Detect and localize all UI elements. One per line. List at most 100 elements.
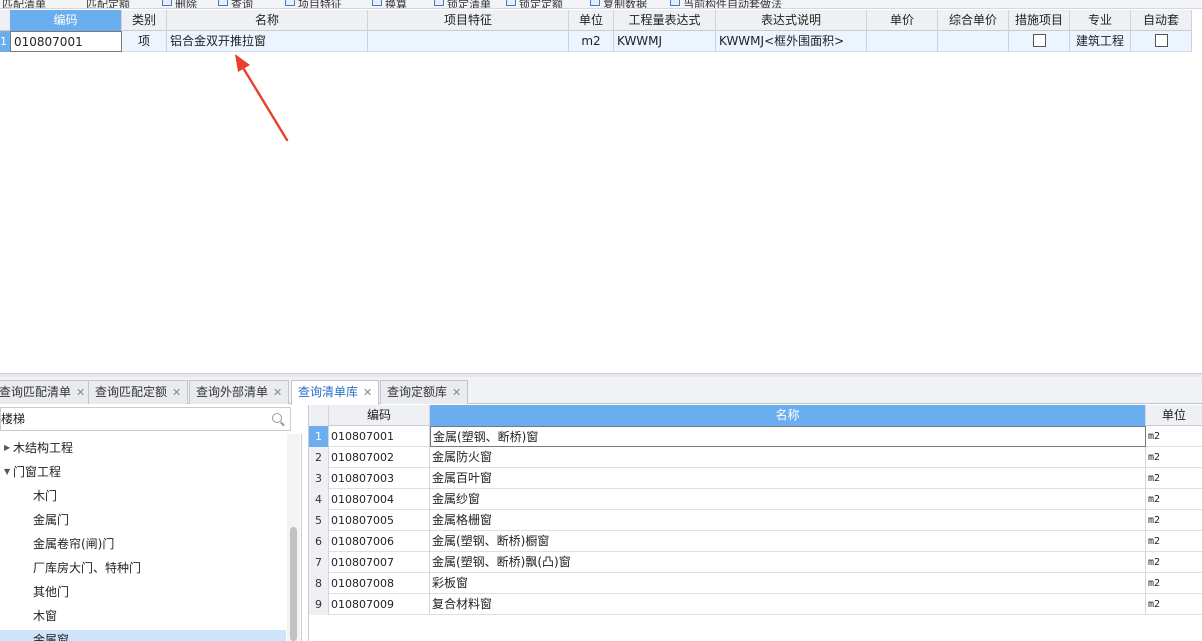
tab-bill-library[interactable]: 查询清单库 ✕ [291, 380, 380, 405]
close-icon[interactable]: ✕ [363, 386, 372, 399]
tab-quota-library[interactable]: 查询定额库 ✕ [380, 380, 469, 404]
table-row[interactable]: 5 010807005 金属格栅窗 m2 [309, 510, 1202, 531]
cell-code[interactable]: 010807001 [329, 426, 430, 447]
tree-node-wood-door[interactable]: 木门 [33, 484, 57, 508]
col-header-type[interactable]: 类别 [122, 10, 167, 31]
col-header-name[interactable]: 名称 [167, 10, 368, 31]
library-search-input[interactable]: 楼梯 [0, 407, 291, 431]
cell-unit[interactable]: m2 [1146, 573, 1202, 594]
cell-name[interactable]: 彩板窗 [430, 573, 1146, 594]
col-header-measure[interactable]: 措施项目 [1009, 10, 1070, 31]
cell-name[interactable]: 复合材料窗 [430, 594, 1146, 615]
col-header-total-price[interactable]: 综合单价 [938, 10, 1009, 31]
cell-name[interactable]: 金属(塑钢、断桥)橱窗 [430, 531, 1146, 552]
col-header-name[interactable]: 名称 [430, 405, 1146, 426]
toolbar-lock-quota-button[interactable]: 锁定定额 [506, 0, 563, 8]
tree-node-special-door[interactable]: 厂库房大门、特种门 [33, 556, 141, 580]
cell-unit[interactable]: m2 [1146, 594, 1202, 615]
row-indicator[interactable]: 1 [0, 31, 10, 52]
toolbar-copy-button[interactable]: 复制数据 [590, 0, 647, 8]
table-row[interactable]: 6 010807006 金属(塑钢、断桥)橱窗 m2 [309, 531, 1202, 552]
toolbar-match-quota-button[interactable]: 匹配定额 [86, 0, 130, 8]
table-row[interactable]: 9 010807009 复合材料窗 m2 [309, 594, 1202, 615]
col-header-expr-desc[interactable]: 表达式说明 [716, 10, 867, 31]
table-row[interactable]: 2 010807002 金属防火窗 m2 [309, 447, 1202, 468]
cell-code[interactable]: 010807009 [329, 594, 430, 615]
cell-name[interactable]: 铝合金双开推拉窗 [167, 31, 368, 52]
close-icon[interactable]: ✕ [76, 386, 85, 399]
table-row[interactable]: 1 010807001 金属(塑钢、断桥)窗 m2 [309, 426, 1202, 447]
table-row[interactable]: 3 010807003 金属百叶窗 m2 [309, 468, 1202, 489]
toolbar-feature-button[interactable]: 项目特征 [285, 0, 342, 8]
expand-arrow-icon[interactable]: ▶ [4, 436, 10, 460]
toolbar-auto-apply-button[interactable]: 当前构件自动套做法 [670, 0, 782, 8]
cell-code[interactable]: 010807007 [329, 552, 430, 573]
collapse-arrow-icon[interactable]: ▼ [4, 460, 10, 484]
tree-scrollbar-thumb[interactable] [290, 527, 297, 641]
tree-node-metal-door[interactable]: 金属门 [33, 508, 69, 532]
tab-match-bill[interactable]: 查询匹配清单 ✕ [0, 380, 93, 404]
cell-name[interactable]: 金属(塑钢、断桥)窗 [430, 426, 1146, 447]
close-icon[interactable]: ✕ [452, 386, 461, 399]
col-header-major[interactable]: 专业 [1070, 10, 1131, 31]
cell-name[interactable]: 金属格栅窗 [430, 510, 1146, 531]
table-row[interactable]: 8 010807008 彩板窗 m2 [309, 573, 1202, 594]
cell-name[interactable]: 金属(塑钢、断桥)飘(凸)窗 [430, 552, 1146, 573]
toolbar-query-button[interactable]: 查询 [218, 0, 253, 8]
cell-unit[interactable]: m2 [569, 31, 614, 52]
cell-expr[interactable]: KWWMJ [614, 31, 716, 52]
close-icon[interactable]: ✕ [172, 386, 181, 399]
cell-unit[interactable]: m2 [1146, 531, 1202, 552]
col-header-unit[interactable]: 单位 [569, 10, 614, 31]
tree-node-other-door[interactable]: 其他门 [33, 580, 69, 604]
table-row[interactable]: 4 010807004 金属纱窗 m2 [309, 489, 1202, 510]
search-icon[interactable] [272, 413, 282, 423]
auto-apply-checkbox[interactable] [1154, 34, 1168, 47]
tree-node-metal-window[interactable]: 金属窗 [33, 628, 69, 641]
col-header-expr[interactable]: 工程量表达式 [614, 10, 716, 31]
tab-match-quota[interactable]: 查询匹配定额 ✕ [88, 380, 189, 404]
cell-unit[interactable]: m2 [1146, 510, 1202, 531]
col-header-price[interactable]: 单价 [867, 10, 938, 31]
tab-external-bill[interactable]: 查询外部清单 ✕ [189, 380, 290, 404]
query-tab-bar: 查询匹配清单 ✕ 查询匹配定额 ✕ 查询外部清单 ✕ 查询清单库 ✕ 查询定额库 ✕ [0, 377, 1202, 405]
col-header-auto[interactable]: 自动套 [1131, 10, 1192, 31]
table-row[interactable]: 7 010807007 金属(塑钢、断桥)飘(凸)窗 m2 [309, 552, 1202, 573]
toolbar-convert-button[interactable]: 换算 [372, 0, 407, 8]
col-header-code[interactable]: 编码 [329, 405, 430, 426]
cell-unit[interactable]: m2 [1146, 426, 1202, 447]
toolbar-match-bill-button[interactable]: 匹配清单 [2, 0, 46, 8]
cell-name[interactable]: 金属防火窗 [430, 447, 1146, 468]
col-header-feature[interactable]: 项目特征 [368, 10, 569, 31]
cell-unit[interactable]: m2 [1146, 468, 1202, 489]
cell-code[interactable]: 010807004 [329, 489, 430, 510]
cell-code[interactable]: 010807006 [329, 531, 430, 552]
cell-price[interactable] [867, 31, 938, 52]
col-header-code[interactable]: 编码 [10, 10, 122, 31]
cell-code[interactable]: 010807003 [329, 468, 430, 489]
cell-unit[interactable]: m2 [1146, 552, 1202, 573]
cell-name[interactable]: 金属百叶窗 [430, 468, 1146, 489]
cell-code[interactable]: 010807008 [329, 573, 430, 594]
measure-checkbox[interactable] [1032, 34, 1046, 47]
cell-expr-desc[interactable]: KWWMJ<框外围面积> [716, 31, 867, 52]
tree-node-rolling-door[interactable]: 金属卷帘(闸)门 [33, 532, 114, 556]
cell-name[interactable]: 金属纱窗 [430, 489, 1146, 510]
method-grid-row[interactable]: 1 010807001 项 铝合金双开推拉窗 m2 KWWMJ KWWMJ<框外… [0, 31, 1192, 52]
cell-code[interactable]: 010807005 [329, 510, 430, 531]
toolbar-delete-button[interactable]: 删除 [162, 0, 197, 8]
cell-major[interactable]: 建筑工程 [1070, 31, 1131, 52]
cell-unit[interactable]: m2 [1146, 489, 1202, 510]
tree-node-wood-structure[interactable]: ▶ 木结构工程 [4, 436, 73, 460]
cell-code[interactable]: 010807002 [329, 447, 430, 468]
close-icon[interactable]: ✕ [273, 386, 282, 399]
tree-node-wood-window[interactable]: 木窗 [33, 604, 57, 628]
cell-total-price[interactable] [938, 31, 1009, 52]
cell-unit[interactable]: m2 [1146, 447, 1202, 468]
cell-code[interactable]: 010807001 [10, 31, 122, 52]
cell-feature[interactable] [368, 31, 569, 52]
toolbar-lock-bill-button[interactable]: 锁定清单 [434, 0, 491, 8]
cell-type[interactable]: 项 [122, 31, 167, 52]
tree-node-doors-windows[interactable]: ▼ 门窗工程 [4, 460, 61, 484]
col-header-unit[interactable]: 单位 [1146, 405, 1202, 426]
